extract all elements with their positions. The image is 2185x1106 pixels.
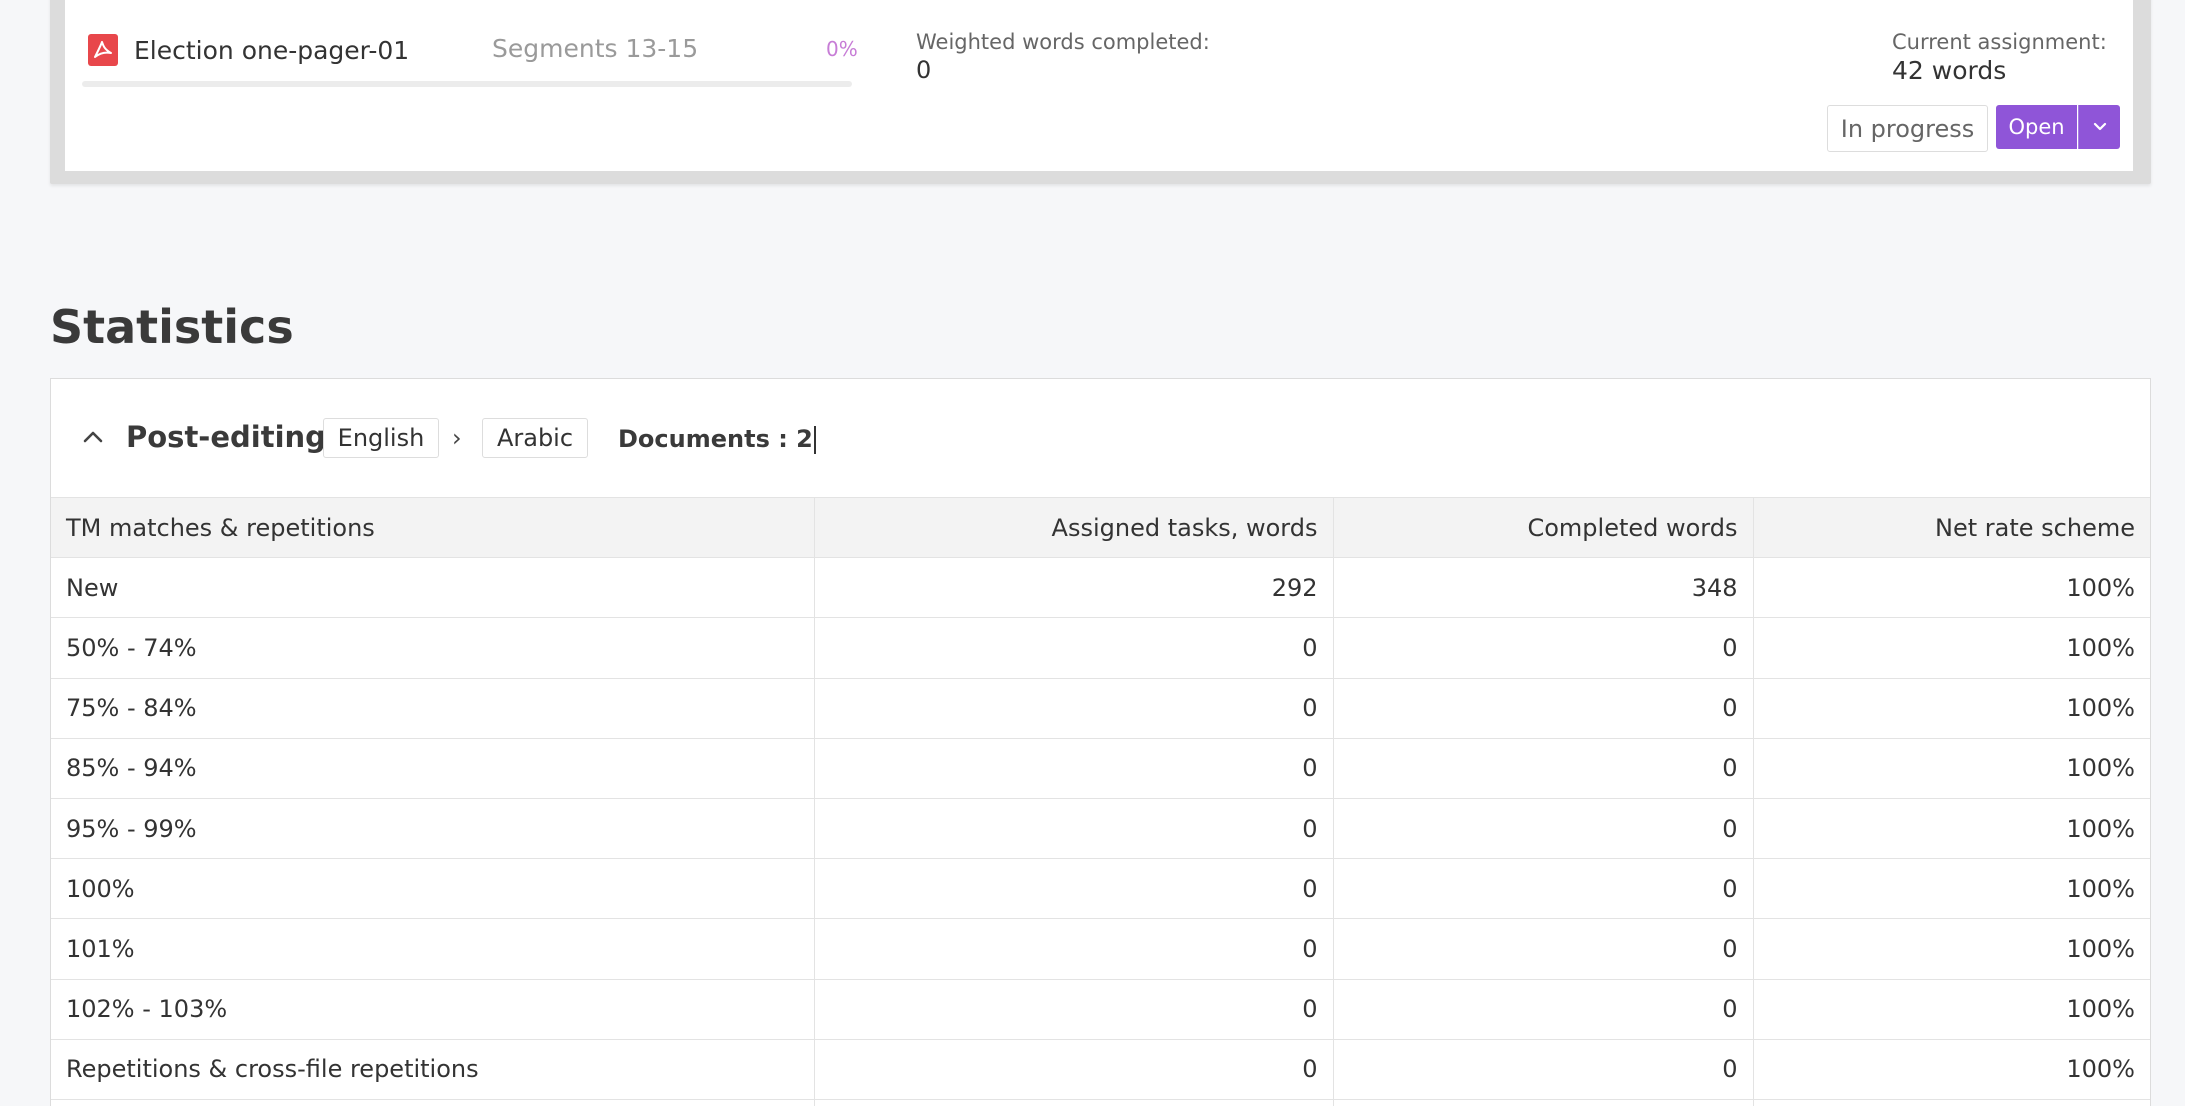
current-assignment-value: 42 words bbox=[1892, 56, 2007, 85]
cell-match-range: 102% - 103% bbox=[51, 978, 815, 1040]
cell-completed-words: 0 bbox=[1333, 797, 1754, 859]
cell-match-range: New bbox=[51, 557, 815, 618]
cell-net-rate: 100% bbox=[1753, 1038, 2150, 1100]
cell-completed-words: 0 bbox=[1333, 737, 1754, 799]
cell-assigned-words: 0 bbox=[814, 918, 1334, 979]
pdf-icon bbox=[88, 34, 118, 66]
cell-completed-words: 0 bbox=[1333, 1038, 1754, 1100]
cell-assigned-words: 0 bbox=[814, 797, 1334, 859]
table-row: Repetitions & cross-file repetitions 0 0 10… bbox=[51, 1038, 2150, 1100]
column-header-net-rate: Net rate scheme bbox=[1753, 496, 2150, 558]
documents-count: Documents : 2 bbox=[618, 425, 816, 454]
cell-match-range: Repetitions & cross-file repetitions bbox=[51, 1038, 815, 1100]
cell-net-rate: 100% bbox=[1753, 617, 2150, 679]
documents-count-text: Documents : 2 bbox=[618, 425, 813, 453]
language-arrow-icon: › bbox=[452, 424, 462, 452]
progress-bar bbox=[82, 81, 852, 87]
table-row: 50% - 74% 0 0 100% bbox=[51, 617, 2150, 679]
cell-assigned-words: 0 bbox=[814, 737, 1334, 799]
statistics-table: TM matches & repetitions Assigned tasks,… bbox=[51, 496, 2150, 1106]
current-assignment-label: Current assignment: bbox=[1892, 30, 2107, 54]
cell-completed-words: 0 bbox=[1333, 978, 1754, 1040]
weighted-words-value: 0 bbox=[916, 56, 932, 84]
document-name[interactable]: Election one-pager-01 bbox=[134, 36, 409, 65]
source-language-tag: English bbox=[323, 418, 439, 458]
cell-assigned-words: 0 bbox=[814, 858, 1334, 919]
column-header-completed-words: Completed words bbox=[1333, 496, 1754, 558]
cell-net-rate: 100% bbox=[1753, 557, 2150, 618]
cell-net-rate: 100% bbox=[1753, 978, 2150, 1040]
stage-title[interactable]: Post-editing bbox=[126, 420, 326, 454]
open-button[interactable]: Open bbox=[1996, 105, 2077, 149]
cell-match-range: 100% bbox=[51, 858, 815, 919]
table-row: 75% - 84% 0 0 100% bbox=[51, 677, 2150, 739]
table-row: 85% - 94% 0 0 100% bbox=[51, 737, 2150, 799]
table-header-row: TM matches & repetitions Assigned tasks,… bbox=[51, 496, 2150, 558]
cell-completed-words bbox=[1333, 1098, 1754, 1106]
progress-percent: 0% bbox=[826, 37, 858, 61]
statistics-heading: Statistics bbox=[50, 300, 294, 354]
cell-net-rate: 100% bbox=[1753, 858, 2150, 919]
table-row: 102% - 103% 0 0 100% bbox=[51, 978, 2150, 1040]
target-language-tag: Arabic bbox=[482, 418, 588, 458]
table-row: 95% - 99% 0 0 100% bbox=[51, 797, 2150, 859]
table-row bbox=[51, 1098, 2150, 1106]
status-button[interactable]: In progress bbox=[1827, 105, 1988, 152]
table-row: New 292 348 100% bbox=[51, 557, 2150, 618]
cell-net-rate: 100% bbox=[1753, 677, 2150, 739]
text-caret bbox=[813, 426, 816, 454]
cell-completed-words: 348 bbox=[1333, 557, 1754, 618]
cell-match-range: 101% bbox=[51, 918, 815, 979]
cell-assigned-words bbox=[814, 1098, 1334, 1106]
cell-completed-words: 0 bbox=[1333, 677, 1754, 739]
cell-match-range: 75% - 84% bbox=[51, 677, 815, 739]
cell-net-rate: 100% bbox=[1753, 918, 2150, 979]
cell-net-rate bbox=[1753, 1098, 2150, 1106]
cell-match-range: 95% - 99% bbox=[51, 797, 815, 859]
cell-match-range bbox=[51, 1098, 815, 1106]
cell-assigned-words: 292 bbox=[814, 557, 1334, 618]
open-dropdown-button[interactable] bbox=[2078, 105, 2120, 149]
cell-match-range: 50% - 74% bbox=[51, 617, 815, 679]
column-header-tm-matches: TM matches & repetitions bbox=[51, 496, 815, 558]
chevron-down-icon bbox=[2093, 122, 2106, 131]
table-row: 101% 0 0 100% bbox=[51, 918, 2150, 979]
chevron-up-icon[interactable] bbox=[80, 424, 106, 450]
cell-completed-words: 0 bbox=[1333, 858, 1754, 919]
table-row: 100% 0 0 100% bbox=[51, 858, 2150, 919]
cell-net-rate: 100% bbox=[1753, 737, 2150, 799]
cell-completed-words: 0 bbox=[1333, 918, 1754, 979]
cell-completed-words: 0 bbox=[1333, 617, 1754, 679]
segments-range: Segments 13-15 bbox=[492, 34, 699, 63]
cell-assigned-words: 0 bbox=[814, 1038, 1334, 1100]
cell-assigned-words: 0 bbox=[814, 677, 1334, 739]
cell-assigned-words: 0 bbox=[814, 978, 1334, 1040]
cell-match-range: 85% - 94% bbox=[51, 737, 815, 799]
cell-assigned-words: 0 bbox=[814, 617, 1334, 679]
column-header-assigned-words: Assigned tasks, words bbox=[814, 496, 1334, 558]
weighted-words-label: Weighted words completed: bbox=[916, 30, 1210, 54]
cell-net-rate: 100% bbox=[1753, 797, 2150, 859]
